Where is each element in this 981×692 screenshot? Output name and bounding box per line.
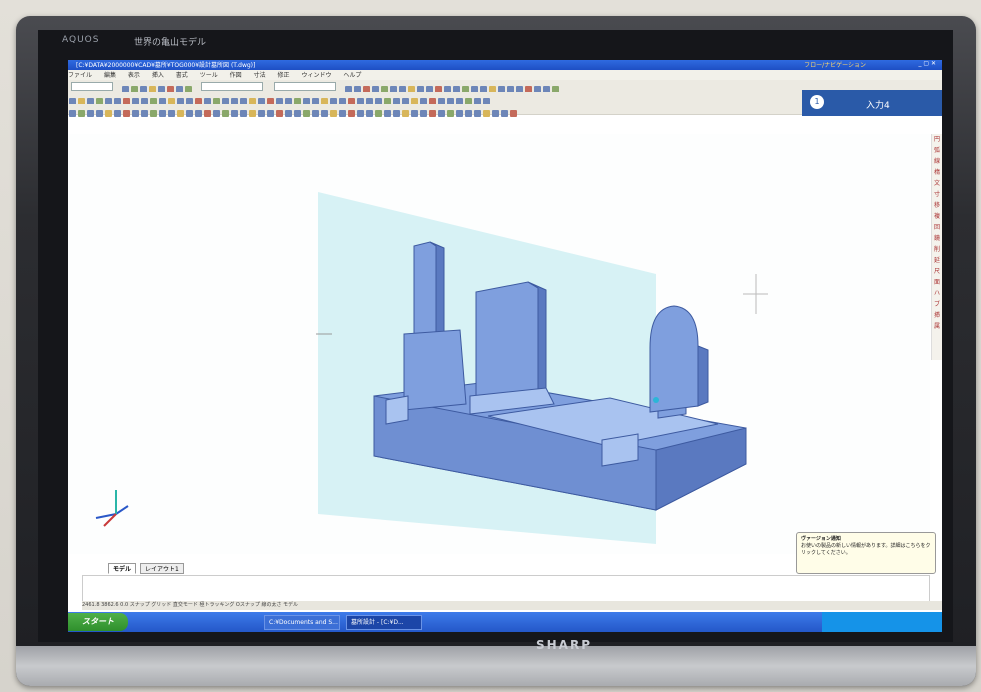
status-bar: 2461.8 3862.6 0.0 スナップ グリッド 直交モード 極トラッキン… [82,601,942,610]
titlebar-caption: フロー/ナビゲーション [804,62,866,69]
taskbar: スタート C:¥Documents and S... 墓所設計 - [C:¥D.… [68,612,942,632]
palette-item[interactable]: 移 [932,200,942,211]
layout-tabs: モデル レイアウト1 [108,563,186,574]
monitor-screen: [C:¥DATA¥2000000¥CAD¥墓所¥TOG000¥設計墓所図 (T.… [68,60,942,632]
palette-item[interactable]: 円 [932,134,942,145]
menu-draw[interactable]: 作図 [230,72,242,79]
palette-item[interactable]: 鏡 [932,233,942,244]
input-panel-label: 入力4 [866,101,890,111]
menu-tools[interactable]: ツール [200,72,218,79]
system-tray [822,612,942,632]
input-panel-icon: 1 [810,95,824,109]
menu-view[interactable]: 表示 [128,72,140,79]
palette-item[interactable]: ブ [932,299,942,310]
notification-body: お使いの製品の新しい情報があります。詳細はこちらをクリックしてください。 [801,543,931,556]
menu-window[interactable]: ウィンドウ [301,72,331,79]
menu-modify[interactable]: 修正 [278,72,290,79]
tool-palette[interactable]: 円 弧 線 楕 文 寸 移 複 回 鏡 削 延 尺 面 ハ ブ 挿 属 [931,134,942,360]
task-cad[interactable]: 墓所設計 - [C:¥D... [346,615,422,630]
model-viewport-svg [95,192,768,544]
palette-item[interactable]: 延 [932,255,942,266]
menu-file[interactable]: ファイル [68,72,92,79]
model-label: 世界の亀山モデル [134,38,207,48]
palette-item[interactable]: 回 [932,222,942,233]
start-button[interactable]: スタート [68,613,128,631]
input-panel[interactable]: 1 入力4 [802,90,942,116]
tab-model[interactable]: モデル [108,563,137,574]
layer-combo[interactable] [71,82,113,91]
notification-heading: ヴァージョン通知 [801,536,841,542]
menu-edit[interactable]: 編集 [104,72,116,79]
tab-layout1[interactable]: レイアウト1 [139,563,184,574]
menu-bar: ファイル 編集 表示 挿入 書式 ツール 作図 寸法 修正 ウィンドウ ヘルプ [68,70,942,80]
bezel-bottom-strip [16,646,976,686]
palette-item[interactable]: 挿 [932,310,942,321]
palette-item[interactable]: 削 [932,244,942,255]
menu-dimension[interactable]: 寸法 [254,72,266,79]
command-line[interactable] [82,575,930,603]
palette-item[interactable]: 文 [932,178,942,189]
menu-insert[interactable]: 挿入 [152,72,164,79]
drawing-canvas[interactable] [68,134,930,554]
palette-item[interactable]: 楕 [932,167,942,178]
window-titlebar: [C:¥DATA¥2000000¥CAD¥墓所¥TOG000¥設計墓所図 (T.… [68,60,942,70]
task-explorer[interactable]: C:¥Documents and S... [264,615,340,630]
window-controls[interactable]: _ ▢ ✕ [918,60,936,67]
window-title: [C:¥DATA¥2000000¥CAD¥墓所¥TOG000¥設計墓所図 (T.… [76,62,256,69]
palette-item[interactable]: 寸 [932,189,942,200]
linetype-combo[interactable] [201,82,264,91]
menu-help[interactable]: ヘルプ [343,72,361,79]
brand-bottom-label: SHARP [536,638,593,652]
palette-item[interactable]: 尺 [932,266,942,277]
brand-top-label: AQUOS [62,35,100,45]
menu-format[interactable]: 書式 [176,72,188,79]
palette-item[interactable]: 面 [932,277,942,288]
palette-item[interactable]: ハ [932,288,942,299]
palette-item[interactable]: 弧 [932,145,942,156]
palette-item[interactable]: 線 [932,156,942,167]
palette-item[interactable]: 属 [932,321,942,332]
palette-item[interactable]: 複 [932,211,942,222]
color-combo[interactable] [274,82,337,91]
version-notification[interactable]: ヴァージョン通知 お使いの製品の新しい情報があります。詳細はこちらをクリックして… [796,532,936,574]
ucs-axis-icon [95,490,129,527]
